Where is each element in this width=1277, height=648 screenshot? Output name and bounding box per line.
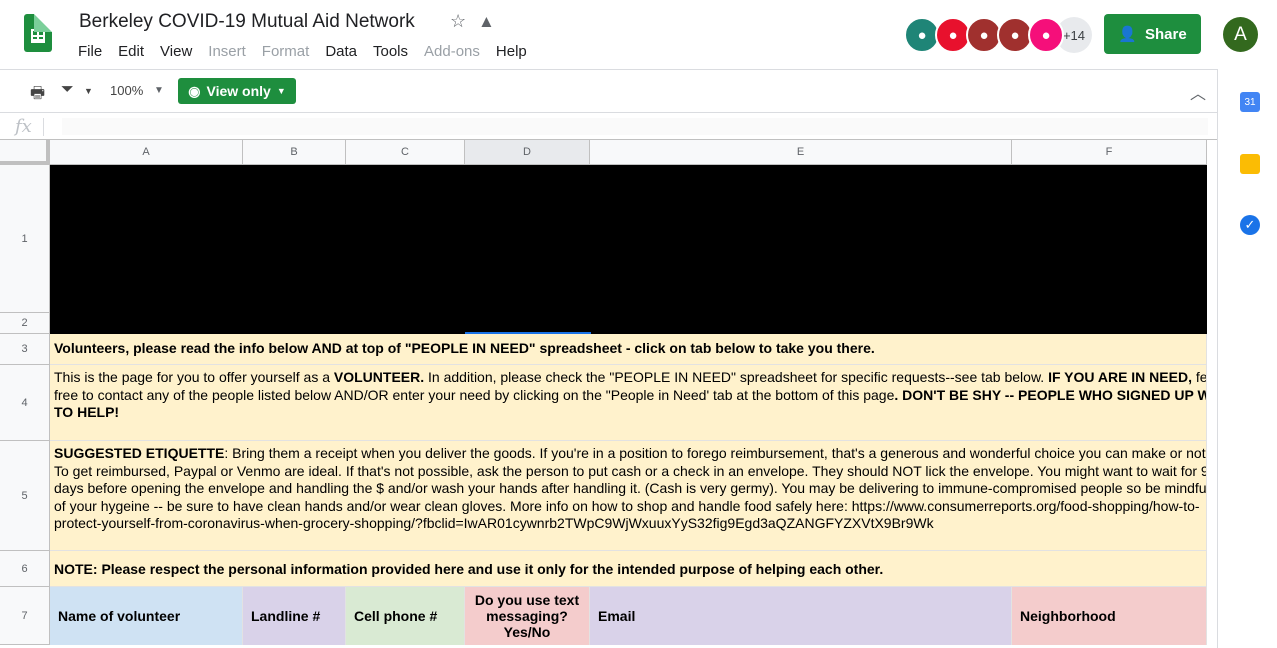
cell-row4[interactable]: This is the page for you to offer yourse… [50,365,1207,441]
row-header-3[interactable]: 3 [0,334,50,365]
header-cell-landline[interactable]: Landline # [243,587,346,645]
header-cell-do-you-use-text-messaging-yes-no[interactable]: Do you use text messaging? Yes/No [465,587,590,645]
header-cell-email[interactable]: Email [590,587,1012,645]
cell-row3[interactable]: Volunteers, please read the info below A… [50,334,1207,365]
fx-icon: fx [15,116,32,137]
menu-bar: File Edit View Insert Format Data Tools Add-ons… [78,43,543,60]
column-header-a[interactable]: A [50,140,243,165]
keep-icon[interactable] [1240,154,1260,174]
row-header-5[interactable]: 5 [0,441,50,551]
column-header-c[interactable]: C [346,140,465,165]
divider [1217,69,1218,648]
cell-row6[interactable]: NOTE: Please respect the personal inform… [50,551,1207,587]
text: : Bring them a receipt when you deliver … [54,445,1207,531]
menu-add-ons: Add-ons [424,43,480,60]
row-header-1[interactable]: 1 [0,165,50,313]
formula-input[interactable] [62,118,1208,135]
column-header-e[interactable]: E [590,140,1012,165]
bold-text: IF YOU ARE IN NEED, [1048,369,1192,385]
select-all-corner[interactable] [0,140,50,165]
menu-data[interactable]: Data [325,43,357,60]
divider [43,118,44,136]
row-header-6[interactable]: 6 [0,551,50,587]
menu-help[interactable]: Help [496,43,527,60]
divider [0,112,1217,113]
header-cell-name-of-volunteer[interactable]: Name of volunteer [50,587,243,645]
print-icon[interactable]: 🖶 [30,82,45,109]
filter-icon[interactable]: ⏷ [61,81,74,99]
row-header-7[interactable]: 7 [0,587,50,645]
eye-icon: ◉ [188,82,201,99]
column-header-f[interactable]: F [1012,140,1207,165]
menu-tools[interactable]: Tools [373,43,408,60]
divider [0,69,1218,70]
row-header-4[interactable]: 4 [0,365,50,441]
bold-text: NOTE: Please respect the personal inform… [54,561,884,577]
document-title[interactable]: Berkeley COVID-19 Mutual Aid Network [79,11,415,33]
sheets-logo[interactable] [24,14,52,52]
share-label: Share [1144,25,1187,43]
zoom-dropdown-icon[interactable]: ▼ [154,85,164,96]
menu-format: Format [261,43,310,60]
move-to-drive-icon[interactable]: ▲ [478,12,495,32]
zoom-select[interactable]: 100% [110,83,143,98]
text: In addition, please check the "PEOPLE IN… [424,369,1049,385]
account-avatar[interactable]: A [1223,17,1258,52]
dropdown-icon: ▼ [276,86,286,96]
view-only-label: View only [206,83,271,99]
menu-edit[interactable]: Edit [118,43,144,60]
bold-text: SUGGESTED ETIQUETTE [54,445,225,461]
calendar-icon[interactable]: 31 [1240,92,1260,112]
header-cell-neighborhood[interactable]: Neighborhood [1012,587,1207,645]
filter-dropdown-icon[interactable]: ▼ [84,86,93,96]
bold-text: Volunteers, please read the info below A… [54,340,875,356]
column-header-d[interactable]: D [465,140,590,165]
header-cell-cell-phone[interactable]: Cell phone # [346,587,465,645]
menu-view[interactable]: View [160,43,192,60]
star-icon[interactable]: ☆ [450,11,466,32]
menu-insert: Insert [208,43,246,60]
column-header-b[interactable]: B [243,140,346,165]
share-button[interactable]: 👤 Share [1104,14,1201,54]
menu-file[interactable]: File [78,43,102,60]
collapse-chevron-icon[interactable]: ︿ [1190,80,1206,104]
share-person-icon: 👤 [1118,26,1137,43]
tasks-icon[interactable]: ✓ [1240,215,1260,235]
text: This is the page for you to offer yourse… [54,369,334,385]
cell-row5[interactable]: SUGGESTED ETIQUETTE: Bring them a receip… [50,441,1207,551]
header-image [50,165,1207,334]
view-only-button[interactable]: ◉ View only ▼ [178,78,296,104]
bold-text: VOLUNTEER. [333,369,425,385]
row-header-2[interactable]: 2 [0,313,50,334]
bear-icon[interactable]: ● [1028,17,1064,53]
